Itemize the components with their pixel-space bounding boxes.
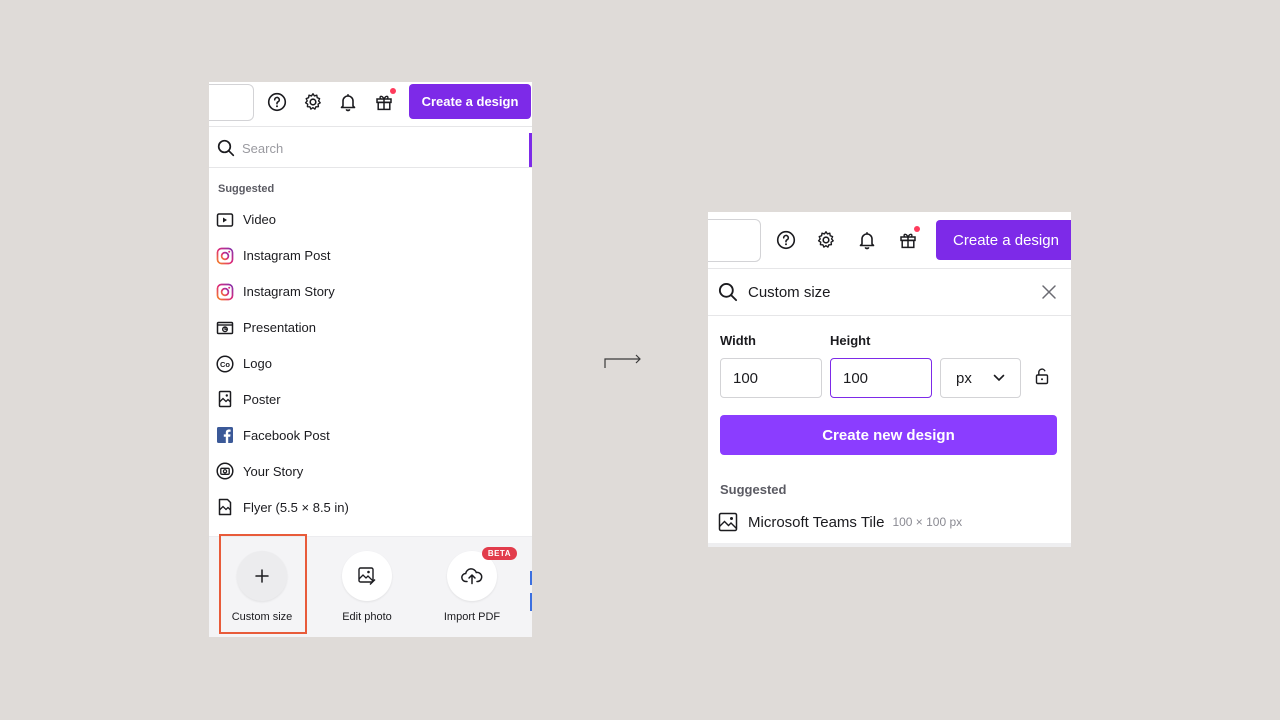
suggested-heading: Suggested: [218, 183, 275, 195]
gift-icon[interactable]: [373, 88, 396, 113]
bell-icon[interactable]: [337, 91, 359, 113]
top-toolbar: Create a design: [209, 82, 532, 127]
unit-value: px: [956, 369, 972, 387]
suggested-item-your-story[interactable]: Your Story: [209, 453, 532, 489]
poster-icon: [215, 389, 235, 409]
scroll-edge-marker: [530, 593, 532, 611]
truncated-search-box[interactable]: [209, 84, 254, 121]
import-pdf-button[interactable]: BETA Import PDF: [432, 547, 517, 623]
beta-badge: BETA: [481, 547, 517, 560]
gift-icon[interactable]: [897, 226, 920, 251]
suggested-item-presentation[interactable]: Presentation: [209, 310, 532, 346]
create-design-button[interactable]: Create a design: [936, 220, 1071, 260]
search-input[interactable]: [748, 280, 1018, 304]
suggested-item-logo[interactable]: Co Logo: [209, 346, 532, 382]
edit-photo-button[interactable]: Edit photo: [327, 551, 407, 623]
facebook-icon: [215, 425, 235, 445]
flyer-icon: [215, 497, 235, 517]
suggested-heading: Suggested: [720, 482, 787, 497]
instagram-icon: [215, 282, 235, 302]
scroll-edge-marker: [530, 571, 532, 585]
search-icon: [718, 282, 738, 302]
suggested-item-label: Flyer (5.5 × 8.5 in): [243, 499, 349, 515]
svg-text:Co: Co: [220, 359, 230, 368]
cloud-upload-icon: BETA: [447, 547, 517, 601]
suggested-item-poster[interactable]: Poster: [209, 381, 532, 417]
panel-cutoff: [708, 543, 1071, 547]
width-input[interactable]: [720, 358, 822, 398]
edit-photo-icon: [342, 551, 392, 601]
height-input[interactable]: [830, 358, 932, 398]
create-design-dropdown: Create a design Suggested Video Instagra…: [209, 82, 532, 637]
search-bar: [708, 269, 1071, 316]
suggested-item-instagram-story[interactable]: Instagram Story: [209, 274, 532, 310]
camera-icon: [215, 461, 235, 481]
unlock-icon[interactable]: [1035, 367, 1049, 385]
suggested-item-label: Video: [243, 212, 277, 228]
search-input[interactable]: [242, 136, 502, 160]
gear-icon[interactable]: [302, 91, 324, 113]
import-pdf-label: Import PDF: [443, 611, 501, 623]
search-icon: [217, 139, 235, 157]
suggested-item-label: Logo: [243, 356, 272, 371]
close-icon[interactable]: [1041, 284, 1057, 300]
suggested-list: Video Instagram Post Instagram Story Pre…: [209, 202, 532, 525]
notification-dot: [914, 226, 920, 232]
logo-co-icon: Co: [215, 354, 235, 374]
presentation-icon: [215, 318, 235, 338]
suggested-item-label: Facebook Post: [243, 427, 330, 443]
suggested-item-microsoft-teams-tile[interactable]: Microsoft Teams Tile 100 × 100 px: [718, 512, 962, 532]
suggested-item-label: Instagram Post: [243, 248, 331, 264]
height-label: Height: [830, 333, 871, 348]
suggestion-name: Microsoft Teams Tile: [748, 513, 885, 531]
suggested-item-flyer[interactable]: Flyer (5.5 × 8.5 in): [209, 489, 532, 525]
top-toolbar: Create a design: [708, 212, 1071, 269]
gear-icon[interactable]: [815, 229, 837, 251]
suggested-item-label: Instagram Story: [243, 284, 335, 300]
suggested-item-label: Your Story: [243, 463, 304, 479]
suggested-item-label: Presentation: [243, 320, 316, 336]
bell-icon[interactable]: [856, 229, 878, 251]
arrow-right-icon: [604, 354, 641, 368]
notification-dot: [390, 88, 396, 94]
custom-size-panel: Create a design Width Height px Create n…: [708, 212, 1071, 547]
suggested-item-label: Poster: [243, 391, 281, 407]
instagram-icon: [215, 246, 235, 266]
video-icon: [215, 210, 235, 230]
suggested-item-instagram-post[interactable]: Instagram Post: [209, 238, 532, 274]
image-icon: [718, 512, 738, 532]
suggested-item-facebook-post[interactable]: Facebook Post: [209, 417, 532, 453]
width-label: Width: [720, 333, 756, 348]
help-icon[interactable]: [775, 229, 797, 251]
focus-accent: [529, 133, 532, 167]
create-design-button[interactable]: Create a design: [409, 84, 531, 119]
unit-select[interactable]: px: [940, 358, 1021, 398]
custom-size-highlight: [219, 534, 307, 634]
help-icon[interactable]: [266, 91, 288, 113]
create-new-design-button[interactable]: Create new design: [720, 415, 1057, 455]
edit-photo-label: Edit photo: [342, 611, 392, 623]
chevron-down-icon: [993, 374, 1005, 382]
search-bar: [209, 127, 532, 168]
suggested-item-video[interactable]: Video: [209, 202, 532, 238]
suggestion-dimensions: 100 × 100 px: [892, 515, 963, 529]
truncated-search-box[interactable]: [708, 219, 761, 262]
